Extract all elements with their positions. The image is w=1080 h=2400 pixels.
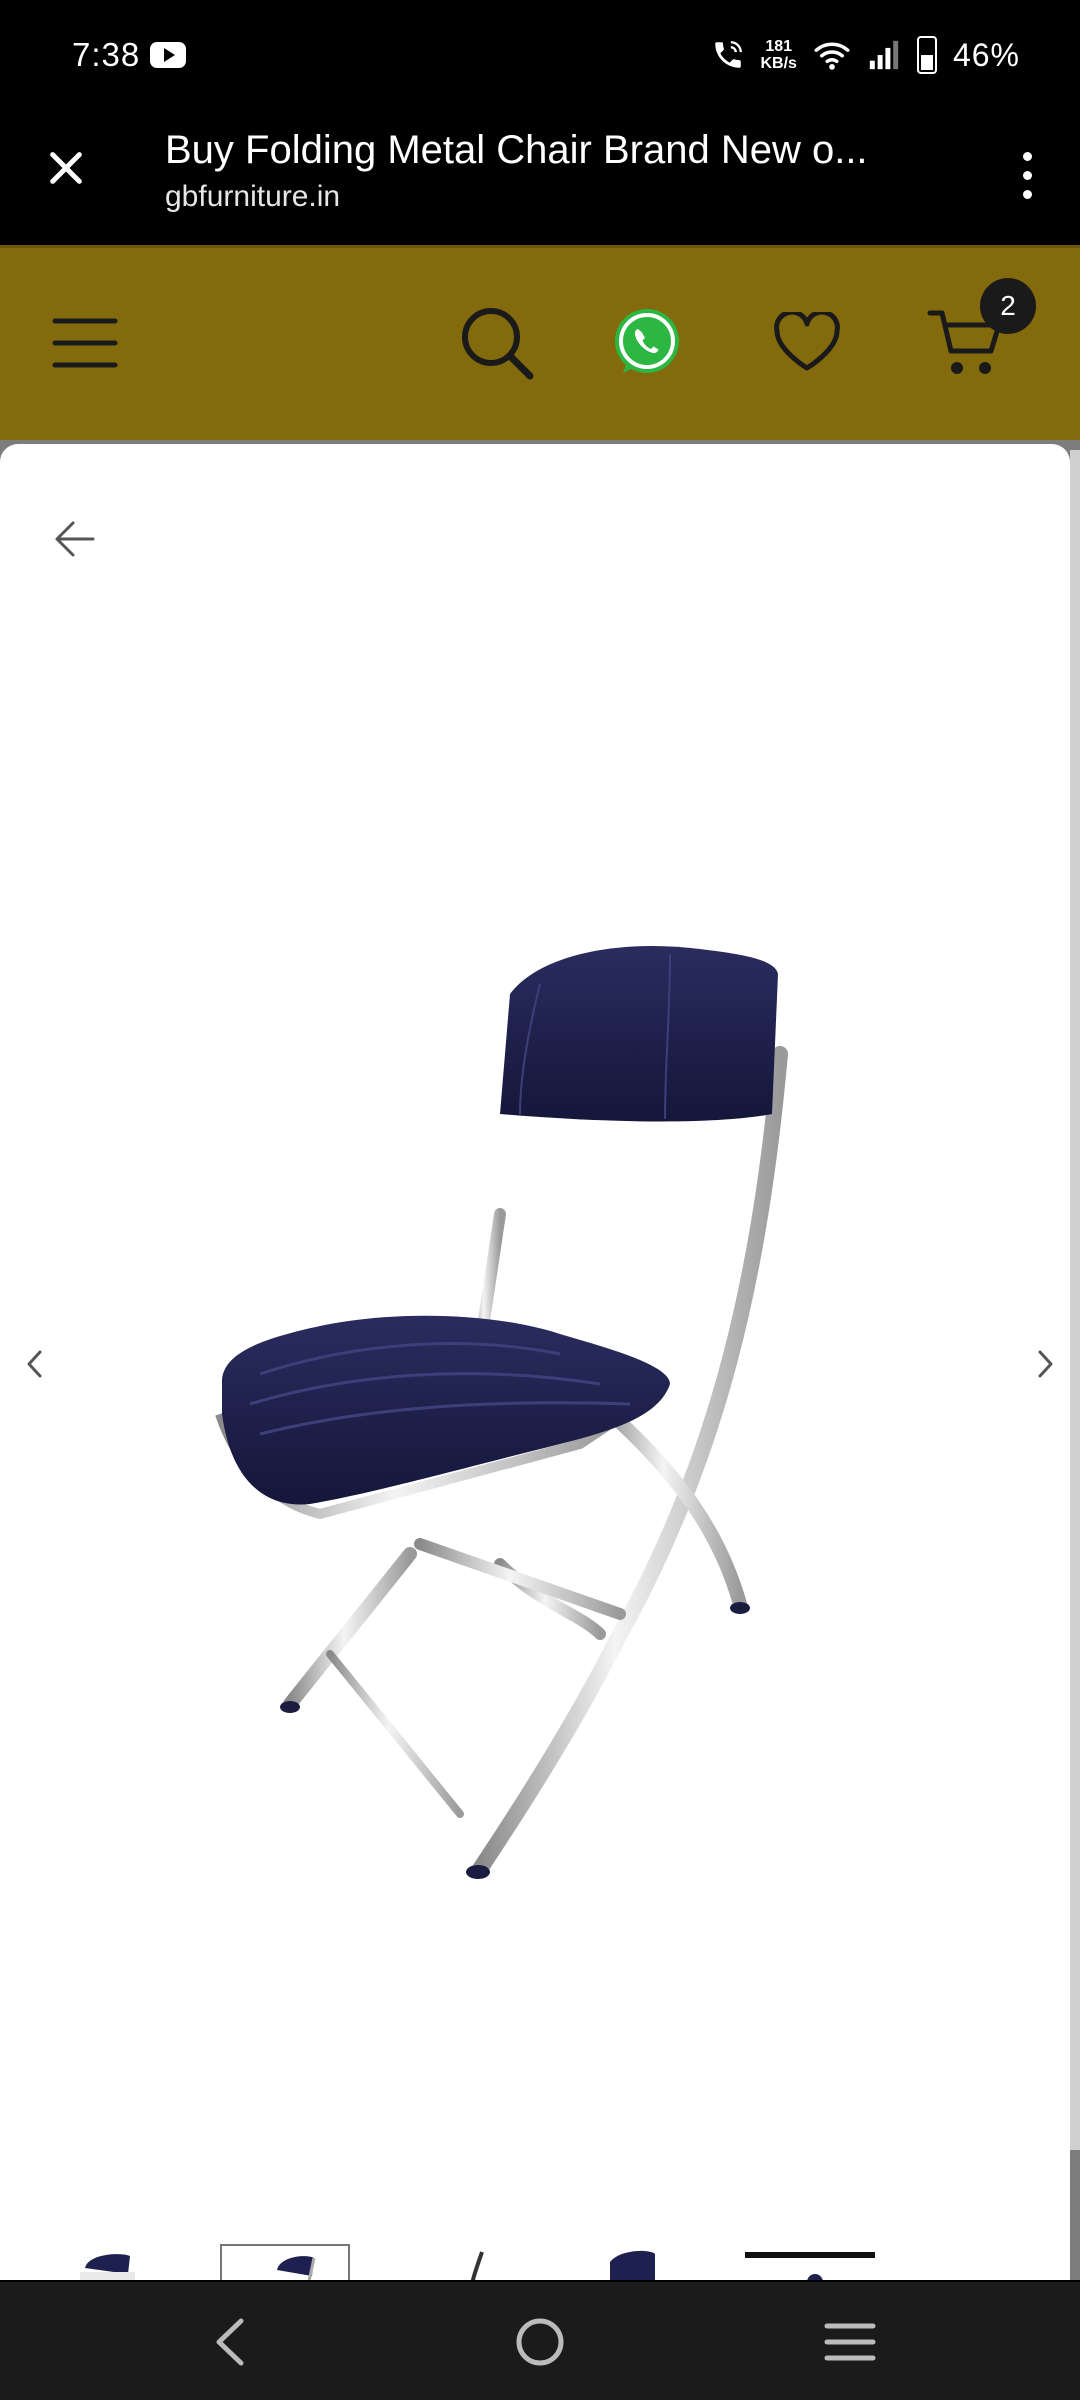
heart-icon	[774, 312, 840, 371]
browser-tab-bar: Buy Folding Metal Chair Brand New o... g…	[0, 110, 1080, 245]
back-icon	[216, 2318, 244, 2366]
recents-menu-icon	[824, 2323, 876, 2361]
product-image-folding-chair[interactable]	[200, 914, 820, 1904]
battery-percent: 46%	[952, 36, 1020, 73]
wishlist-button[interactable]	[762, 298, 852, 388]
youtube-icon	[150, 42, 186, 68]
scrollbar[interactable]	[1070, 450, 1080, 2150]
system-navigation-bar	[0, 2282, 1080, 2400]
battery-charging-icon	[916, 36, 937, 74]
status-time: 7:38	[72, 36, 141, 73]
menu-button[interactable]	[40, 298, 130, 388]
search-button[interactable]	[452, 298, 542, 388]
system-recents-button[interactable]	[805, 2302, 895, 2382]
page-url: gbfurniture.in	[165, 180, 341, 213]
network-speed: 181 KB/s	[761, 38, 797, 72]
wifi-icon	[814, 42, 850, 70]
thumbnail-3[interactable]	[420, 2244, 550, 2280]
signal-icon	[869, 40, 899, 70]
image-lightbox	[0, 444, 1070, 2280]
site-header: 2	[0, 245, 1080, 443]
speed-unit: KB/s	[760, 55, 797, 72]
more-vert-icon	[1022, 151, 1032, 161]
status-bar: 7:38 181 KB/s 46%	[0, 0, 1080, 110]
whatsapp-button[interactable]	[602, 298, 692, 388]
home-icon	[516, 2318, 564, 2366]
system-home-button[interactable]	[495, 2302, 585, 2382]
close-icon	[50, 152, 82, 184]
wifi-call-icon	[714, 41, 742, 68]
search-icon	[462, 308, 534, 380]
thumbnail-2[interactable]	[220, 2244, 350, 2280]
system-back-button[interactable]	[185, 2302, 275, 2382]
thumbnail-1[interactable]	[60, 2244, 190, 2280]
whatsapp-icon	[615, 309, 679, 373]
chevron-right-icon	[1038, 1350, 1053, 1378]
arrow-left-icon	[55, 521, 95, 557]
thumbnail-5[interactable]	[745, 2244, 875, 2280]
thumbnail-strip	[0, 2244, 1070, 2280]
cart-count-badge: 2	[980, 278, 1036, 334]
speed-value: 181	[765, 38, 793, 55]
more-options-button[interactable]	[1002, 140, 1052, 210]
status-icons: 181 KB/s 46%	[711, 30, 1021, 80]
menu-icon	[52, 318, 118, 368]
thumbnail-4[interactable]	[580, 2244, 710, 2280]
chevron-left-icon	[27, 1350, 42, 1378]
previous-image-button[interactable]	[10, 1334, 60, 1394]
close-tab-button[interactable]	[36, 138, 96, 198]
next-image-button[interactable]	[1020, 1334, 1070, 1394]
page-title: Buy Folding Metal Chair Brand New o...	[165, 128, 868, 172]
close-lightbox-button[interactable]	[40, 504, 110, 574]
